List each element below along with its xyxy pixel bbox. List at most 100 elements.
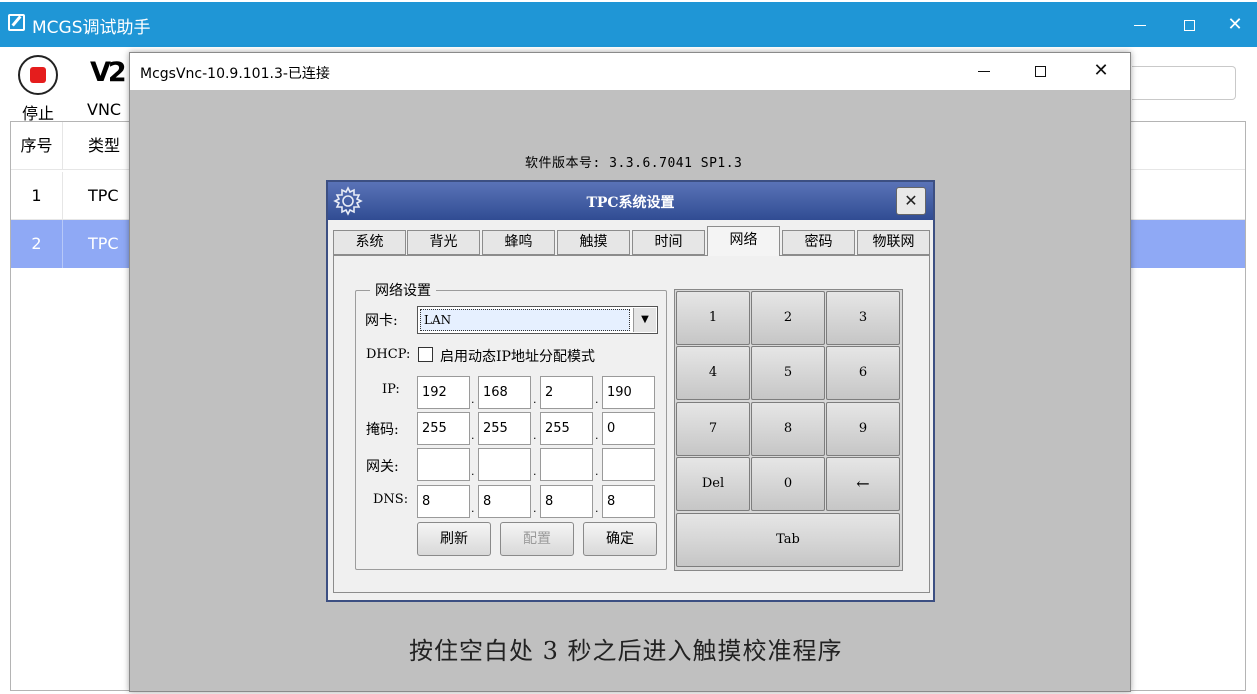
vnc-minimize-button[interactable] [962,56,1006,86]
tab-system[interactable]: 系统 [333,230,406,255]
gateway-octet-2[interactable] [478,448,531,481]
tab-backlight[interactable]: 背光 [407,230,480,255]
key-del[interactable]: Del [676,457,750,511]
tab-network[interactable]: 网络 [707,226,780,256]
key-0[interactable]: 0 [751,457,825,511]
key-backspace[interactable]: ← [826,457,900,511]
dhcp-checkbox[interactable] [418,347,433,362]
vnc-maximize-button[interactable] [1018,56,1062,86]
ip-dot: . [533,393,537,406]
app-maximize-button[interactable] [1174,10,1204,40]
gateway-octet-3[interactable] [540,448,593,481]
tab-touch[interactable]: 触摸 [557,230,630,255]
gateway-octet-4[interactable] [602,448,655,481]
nic-select[interactable]: LAN ▼ [417,306,658,334]
tab-password[interactable]: 密码 [782,230,855,255]
mask-octet-1[interactable]: 255 [417,412,470,445]
dhcp-label: DHCP: [366,347,411,362]
dns-octet-4[interactable]: 8 [602,485,655,518]
nic-select-value: LAN [420,309,630,331]
tab-buzzer[interactable]: 蜂鸣 [482,230,555,255]
tpc-tab-bar: 系统 背光 蜂鸣 触摸 时间 网络 密码 物联网 [333,226,933,256]
row-type: TPC [88,186,119,205]
mask-label: 掩码: [366,422,399,438]
tpc-dialog-title: TPC系统设置 [586,195,675,211]
key-3[interactable]: 3 [826,291,900,345]
tpc-settings-dialog: TPC系统设置 ✕ 系统 背光 蜂鸣 触摸 时间 网络 密码 物联网 网络设置 … [326,180,935,602]
key-2[interactable]: 2 [751,291,825,345]
ip-label: IP: [382,382,400,397]
dns-octet-3[interactable]: 8 [540,485,593,518]
mask-dot: . [595,429,599,442]
maximize-icon [1183,20,1195,31]
mask-octet-4[interactable]: 0 [602,412,655,445]
edit-icon [8,14,25,31]
ip-octet-3[interactable]: 2 [540,376,593,409]
dns-dot: . [533,502,537,515]
ip-octet-4[interactable]: 190 [602,376,655,409]
tab-time[interactable]: 时间 [632,230,705,255]
dns-label: DNS: [373,492,409,507]
vnc-remote-screen[interactable]: 软件版本号: 3.3.6.7041 SP1.3 TPC系统设置 ✕ 系统 背光 … [130,90,1130,691]
key-tab[interactable]: Tab [676,513,900,567]
numeric-keypad: 1 2 3 4 5 6 7 8 9 Del 0 ← Tab [674,289,903,571]
toolbar-input[interactable] [1132,66,1236,100]
gateway-octet-1[interactable] [417,448,470,481]
key-1[interactable]: 1 [676,291,750,345]
key-4[interactable]: 4 [676,346,750,400]
vnc-window: McgsVnc-10.9.101.3-已连接 ✕ 软件版本号: 3.3.6.70… [129,52,1131,692]
stop-button[interactable]: 停止 [18,53,62,123]
key-9[interactable]: 9 [826,402,900,456]
mask-dot: . [471,429,475,442]
vnc-button[interactable]: V2 VNC [86,53,130,119]
dns-octet-2[interactable]: 8 [478,485,531,518]
app-minimize-button[interactable] [1125,10,1155,40]
stop-icon [18,55,58,95]
network-settings-title: 网络设置 [370,280,436,300]
tab-iot[interactable]: 物联网 [857,230,930,255]
dns-dot: . [471,502,475,515]
column-header-type: 类型 [88,136,121,155]
row-index: 2 [11,220,63,268]
ip-dot: . [595,393,599,406]
ip-octet-2[interactable]: 168 [478,376,531,409]
vnc-titlebar[interactable]: McgsVnc-10.9.101.3-已连接 ✕ [130,53,1130,90]
dhcp-option-label[interactable]: 启用动态IP地址分配模式 [440,346,595,366]
vnc-logo-icon: V2 [90,57,127,88]
maximize-icon [1034,65,1046,77]
tpc-close-button[interactable]: ✕ [896,187,926,215]
app-titlebar: MCGS调试助手 ✕ [0,2,1257,47]
dns-dot: . [595,502,599,515]
tpc-dialog-titlebar: TPC系统设置 ✕ [328,182,933,220]
key-8[interactable]: 8 [751,402,825,456]
software-version: 软件版本号: 3.3.6.7041 SP1.3 [525,156,743,171]
mask-octet-3[interactable]: 255 [540,412,593,445]
nic-label: 网卡: [365,313,398,329]
touch-calibration-hint: 按住空白处 3 秒之后进入触摸校准程序 [409,637,843,665]
gateway-dot: . [595,465,599,478]
row-index: 1 [11,172,63,219]
key-6[interactable]: 6 [826,346,900,400]
mask-octet-2[interactable]: 255 [478,412,531,445]
column-header-index: 序号 [11,122,63,169]
vnc-window-title: McgsVnc-10.9.101.3-已连接 [140,66,330,82]
config-button[interactable]: 配置 [500,522,574,556]
ip-dot: . [471,393,475,406]
vnc-close-button[interactable]: ✕ [1079,56,1123,86]
dns-octet-1[interactable]: 8 [417,485,470,518]
gateway-dot: . [533,465,537,478]
mask-dot: . [533,429,537,442]
app-close-button[interactable]: ✕ [1220,10,1250,40]
refresh-button[interactable]: 刷新 [417,522,491,556]
app-title: MCGS调试助手 [32,18,151,38]
ip-octet-1[interactable]: 192 [417,376,470,409]
ok-button[interactable]: 确定 [583,522,657,556]
chevron-down-icon[interactable]: ▼ [633,308,656,332]
key-7[interactable]: 7 [676,402,750,456]
gateway-label: 网关: [366,459,399,475]
vnc-label: VNC [87,100,122,119]
row-type: TPC [88,234,119,253]
minimize-icon [1134,25,1146,26]
key-5[interactable]: 5 [751,346,825,400]
minimize-icon [978,70,990,72]
